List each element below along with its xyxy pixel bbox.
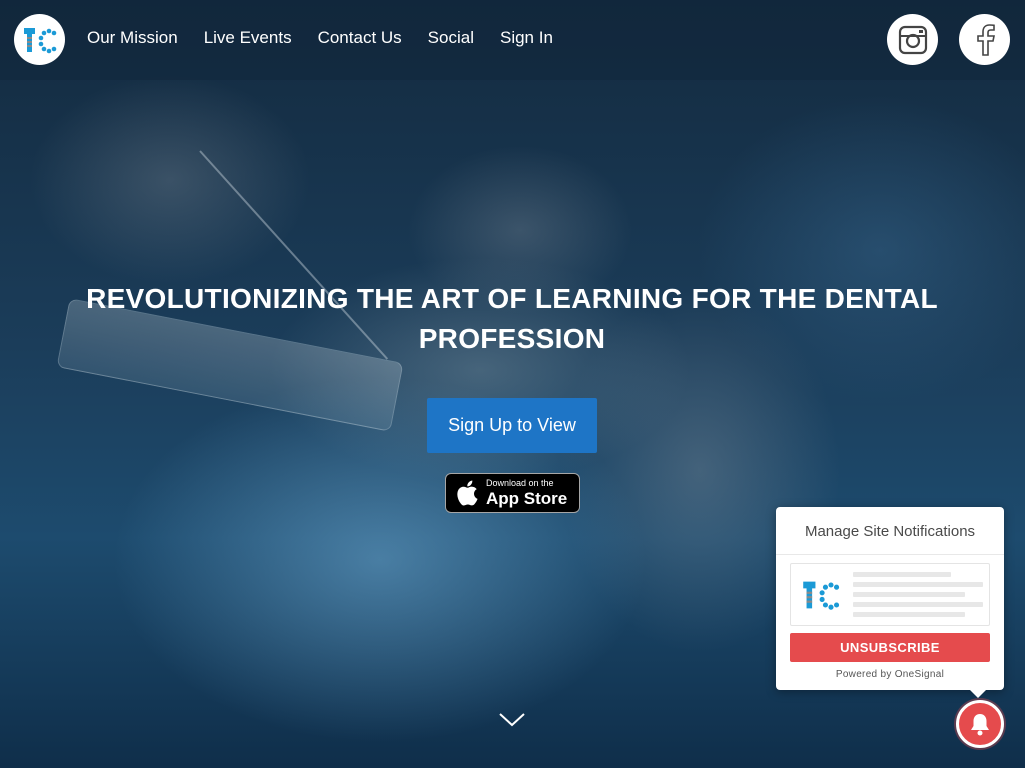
facebook-icon <box>976 23 995 56</box>
notification-settings-popup: Manage Site Notifications UNSUBSCRIBE Po… <box>776 507 1004 698</box>
facebook-button[interactable] <box>959 14 1010 65</box>
site-logo[interactable] <box>14 14 65 65</box>
scroll-down-chevron-icon[interactable] <box>498 712 526 733</box>
app-store-big-label: App Store <box>486 489 568 508</box>
top-navigation-bar: Our Mission Live Events Contact Us Socia… <box>0 0 1025 80</box>
preview-placeholder-line <box>853 602 983 607</box>
tooth-implant-logo-icon <box>23 27 56 53</box>
instagram-button[interactable] <box>887 14 938 65</box>
tooth-implant-logo-icon <box>803 581 840 610</box>
notification-preview <box>790 563 990 626</box>
nav-sign-in[interactable]: Sign In <box>500 28 553 48</box>
sign-up-button[interactable]: Sign Up to View <box>427 398 597 453</box>
popup-divider <box>776 554 1004 555</box>
preview-placeholder-line <box>853 582 983 587</box>
preview-placeholder-line <box>853 592 965 597</box>
nav-social[interactable]: Social <box>428 28 474 48</box>
popup-title: Manage Site Notifications <box>804 523 976 540</box>
bell-icon <box>971 714 989 736</box>
app-store-badge[interactable]: Download on the App Store <box>445 473 580 513</box>
notification-bell-button[interactable] <box>956 700 1004 748</box>
preview-placeholder-line <box>853 572 951 577</box>
app-store-text: Download on the App Store <box>486 478 568 508</box>
unsubscribe-button[interactable]: UNSUBSCRIBE <box>790 633 990 662</box>
hero-headline: REVOLUTIONIZING THE ART OF LEARNING FOR … <box>86 283 938 354</box>
apple-icon <box>457 480 478 506</box>
nav-our-mission[interactable]: Our Mission <box>87 28 178 48</box>
nav-live-events[interactable]: Live Events <box>204 28 292 48</box>
preview-placeholder-line <box>853 612 965 617</box>
instagram-icon <box>898 25 927 54</box>
nav-contact-us[interactable]: Contact Us <box>318 28 402 48</box>
powered-by-label: Powered by OneSignal <box>835 669 945 680</box>
app-store-small-label: Download on the <box>486 478 554 488</box>
main-nav: Our Mission Live Events Contact Us Socia… <box>87 28 553 48</box>
